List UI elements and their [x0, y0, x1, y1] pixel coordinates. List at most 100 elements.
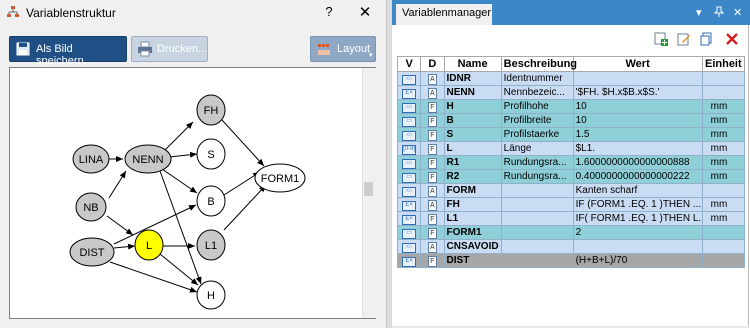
cell-name[interactable]: B	[443, 113, 502, 128]
table-row[interactable]: E× F L1 IF( FORM1 .EQ. 1 )THEN L... mm	[396, 211, 746, 226]
column-header-v[interactable]: V	[396, 56, 422, 72]
column-header-d[interactable]: D	[420, 56, 445, 72]
cell-description[interactable]	[500, 239, 574, 254]
variable-type-cell[interactable]: E×	[396, 253, 422, 268]
cell-name[interactable]: FORM1	[443, 225, 502, 240]
help-button[interactable]: ?	[322, 4, 336, 20]
cell-unit[interactable]	[701, 253, 746, 268]
table-row[interactable]: ▭ F R2 Rundungsra... 0.4000000000000000222 mm	[396, 169, 746, 184]
add-variable-icon[interactable]	[654, 32, 668, 46]
table-row[interactable]: E× F DIST (H+B+L)/70	[396, 253, 746, 268]
node-s[interactable]: S	[196, 138, 226, 170]
cell-description[interactable]: Rundungsra...	[500, 169, 574, 184]
cell-value[interactable]	[572, 71, 703, 86]
data-type-cell[interactable]: F	[420, 211, 445, 226]
cell-name[interactable]: R2	[443, 169, 502, 184]
column-header-description[interactable]: Beschreibung	[500, 56, 577, 72]
cell-value[interactable]: 0.4000000000000000222	[572, 169, 703, 184]
cell-value[interactable]: 1.6000000000000000888	[572, 155, 703, 170]
data-type-cell[interactable]: A	[420, 197, 445, 212]
graph-canvas[interactable]: FH LINA NENN S FORM1 NB B DIST L L1 H	[9, 67, 376, 319]
cell-name[interactable]: FORM	[443, 183, 502, 198]
cell-description[interactable]: Rundungsra...	[500, 155, 574, 170]
cell-value[interactable]: 10	[572, 113, 703, 128]
variable-type-cell[interactable]: ▭	[396, 225, 422, 240]
cell-value[interactable]: 10	[572, 99, 703, 114]
cell-description[interactable]	[500, 183, 574, 198]
column-header-name[interactable]: Name	[443, 56, 502, 72]
node-l1[interactable]: L1	[196, 229, 226, 261]
variable-type-cell[interactable]: ▭	[396, 71, 422, 86]
cell-description[interactable]	[500, 197, 574, 212]
cell-unit[interactable]: mm	[701, 127, 746, 142]
cell-unit[interactable]	[701, 225, 746, 240]
data-type-cell[interactable]: F	[420, 113, 445, 128]
cell-value[interactable]	[572, 239, 703, 254]
delete-variable-icon[interactable]	[725, 32, 739, 46]
cell-description[interactable]	[500, 253, 574, 268]
variable-type-cell[interactable]: ▭	[396, 155, 422, 170]
variable-type-cell[interactable]: ▭	[396, 99, 422, 114]
cell-value[interactable]: '$FH. $H.x$B.x$S.'	[572, 85, 703, 100]
cell-name[interactable]: IDNR	[443, 71, 502, 86]
cell-unit[interactable]	[701, 239, 746, 254]
variable-type-cell[interactable]: E×	[396, 85, 422, 100]
cell-name[interactable]: CNSAVOID	[443, 239, 502, 254]
variable-type-cell[interactable]: E×	[396, 197, 422, 212]
cell-value[interactable]: 1.5	[572, 127, 703, 142]
cell-value[interactable]: IF (FORM1 .EQ. 1 )THEN ...	[572, 197, 703, 212]
node-l[interactable]: L	[134, 229, 164, 261]
variable-type-cell[interactable]: E×	[396, 211, 422, 226]
node-b[interactable]: B	[196, 185, 226, 217]
data-type-cell[interactable]: F	[420, 141, 445, 156]
column-header-value[interactable]: Wert	[572, 56, 703, 72]
cell-unit[interactable]: mm	[701, 155, 746, 170]
cell-name[interactable]: S	[443, 127, 502, 142]
node-h[interactable]: H	[196, 280, 226, 310]
close-button[interactable]: ✕	[356, 3, 374, 21]
cell-unit[interactable]: mm	[701, 197, 746, 212]
table-row[interactable]: ▭ F H Profilhohe 10 mm	[396, 99, 746, 114]
table-row[interactable]: E× A NENN Nennbezeic... '$FH. $H.x$B.x$S.'	[396, 85, 746, 100]
data-type-cell[interactable]: F	[420, 253, 445, 268]
data-type-cell[interactable]: A	[420, 85, 445, 100]
cell-description[interactable]: Profilstaerke	[500, 127, 574, 142]
cell-value[interactable]: IF( FORM1 .EQ. 1 )THEN L...	[572, 211, 703, 226]
table-row[interactable]: ▭ A FORM Kanten scharf	[396, 183, 746, 198]
cell-description[interactable]	[500, 211, 574, 226]
variable-type-cell[interactable]: ▭	[396, 127, 422, 142]
cell-name[interactable]: FH	[443, 197, 502, 212]
cell-unit[interactable]: mm	[701, 211, 746, 226]
cell-name[interactable]: NENN	[443, 85, 502, 100]
pin-icon[interactable]	[713, 6, 725, 20]
data-type-cell[interactable]: F	[420, 225, 445, 240]
cell-description[interactable]: Profilbreite	[500, 113, 574, 128]
table-row[interactable]: ▭ A IDNR Identnummer	[396, 71, 746, 86]
cell-unit[interactable]: mm	[701, 99, 746, 114]
cell-description[interactable]	[500, 225, 574, 240]
cell-description[interactable]: Identnummer	[500, 71, 574, 86]
data-type-cell[interactable]: A	[420, 183, 445, 198]
cell-description[interactable]: Profilhohe	[500, 99, 574, 114]
table-row[interactable]: [0-9] F L Länge $L1. mm	[396, 141, 746, 156]
data-type-cell[interactable]: F	[420, 155, 445, 170]
cell-unit[interactable]	[701, 71, 746, 86]
table-row[interactable]: E× A FH IF (FORM1 .EQ. 1 )THEN ... mm	[396, 197, 746, 212]
variable-type-cell[interactable]: ▭	[396, 169, 422, 184]
node-fh[interactable]: FH	[196, 94, 226, 126]
cell-unit[interactable]: mm	[701, 169, 746, 184]
data-type-cell[interactable]: A	[420, 71, 445, 86]
table-row[interactable]: ▭ F FORM1 2	[396, 225, 746, 240]
dropdown-icon[interactable]: ▾	[696, 6, 702, 19]
cell-unit[interactable]	[701, 85, 746, 100]
cell-name[interactable]: L	[443, 141, 502, 156]
close-icon[interactable]: ✕	[733, 6, 742, 19]
cell-value[interactable]: 2	[572, 225, 703, 240]
scrollbar-thumb[interactable]	[364, 182, 373, 196]
cell-name[interactable]: L1	[443, 211, 502, 226]
save-as-image-button[interactable]: Als Bild speichern...	[9, 36, 127, 67]
cell-unit[interactable]: mm	[701, 113, 746, 128]
variable-type-cell[interactable]: ▭	[396, 239, 422, 254]
variable-type-cell[interactable]: ▭	[396, 183, 422, 198]
table-row[interactable]: ▭ F R1 Rundungsra... 1.6000000000000000888 mm	[396, 155, 746, 170]
